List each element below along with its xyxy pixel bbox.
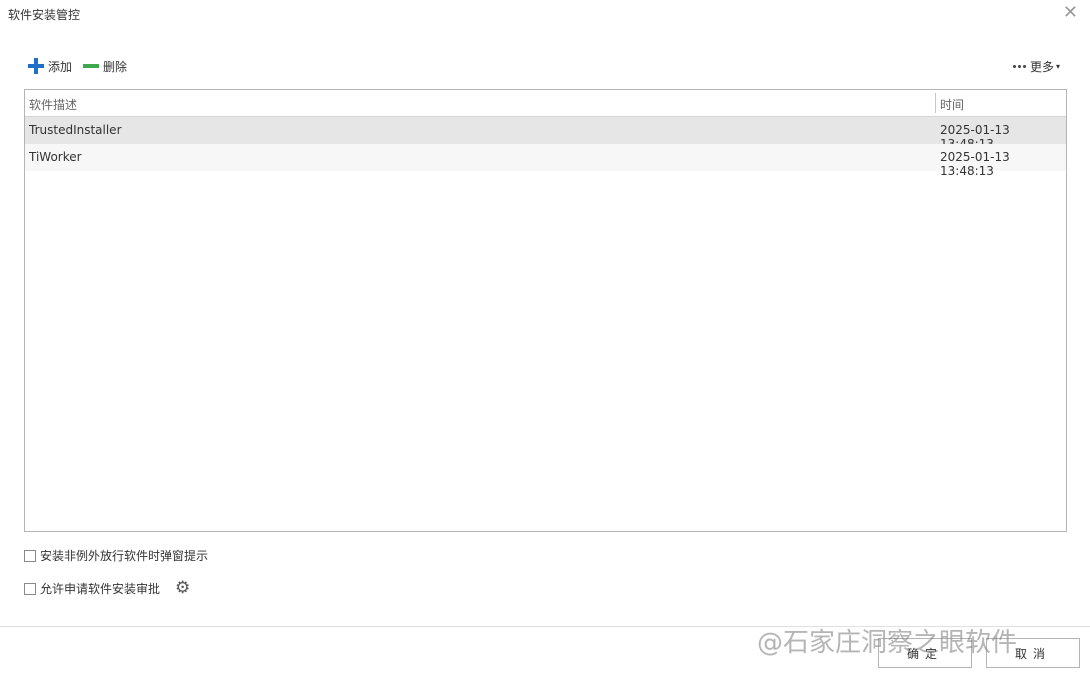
more-label: 更多 <box>1029 59 1054 74</box>
install-approval-label: 允许申请软件安装审批 <box>40 582 161 596</box>
popup-prompt-label: 安装非例外放行软件时弹窗提示 <box>40 549 209 563</box>
table-header: 软件描述 时间 <box>25 90 1066 117</box>
checkbox-box[interactable] <box>24 549 36 562</box>
checkbox-box[interactable] <box>24 582 36 595</box>
column-header-time[interactable]: 时间 <box>940 96 964 113</box>
minus-icon <box>83 64 99 68</box>
delete-label: 删除 <box>103 59 128 74</box>
column-divider[interactable] <box>935 93 936 113</box>
caret-down-icon: ▾ <box>1055 61 1060 71</box>
install-approval-checkbox[interactable]: 允许申请软件安装审批 <box>24 580 160 597</box>
add-button[interactable]: 添加 <box>28 57 72 75</box>
gear-icon[interactable]: ⚙ <box>175 579 193 597</box>
plus-icon <box>28 58 44 74</box>
table-row[interactable]: TiWorker 2025-01-13 13:48:13 <box>25 144 1066 178</box>
row-time: 2025-01-13 13:48:13 <box>940 150 1010 178</box>
more-dots-icon <box>1012 64 1026 68</box>
row-description: TiWorker <box>29 150 82 164</box>
row-description: TrustedInstaller <box>29 123 122 137</box>
more-button[interactable]: 更多 ▾ <box>1012 57 1060 75</box>
close-icon[interactable]: ✕ <box>1063 3 1078 23</box>
table-row[interactable]: TrustedInstaller 2025-01-13 13:48:13 <box>25 117 1066 151</box>
watermark-text: @石家庄洞察之眼软件 <box>757 628 1018 658</box>
software-table[interactable]: 软件描述 时间 TrustedInstaller 2025-01-13 13:4… <box>24 89 1067 532</box>
add-label: 添加 <box>48 59 73 74</box>
delete-button[interactable]: 删除 <box>83 57 127 75</box>
window-title: 软件安装管控 <box>8 8 81 22</box>
column-header-description[interactable]: 软件描述 <box>29 96 77 113</box>
popup-prompt-checkbox[interactable]: 安装非例外放行软件时弹窗提示 <box>24 547 208 564</box>
